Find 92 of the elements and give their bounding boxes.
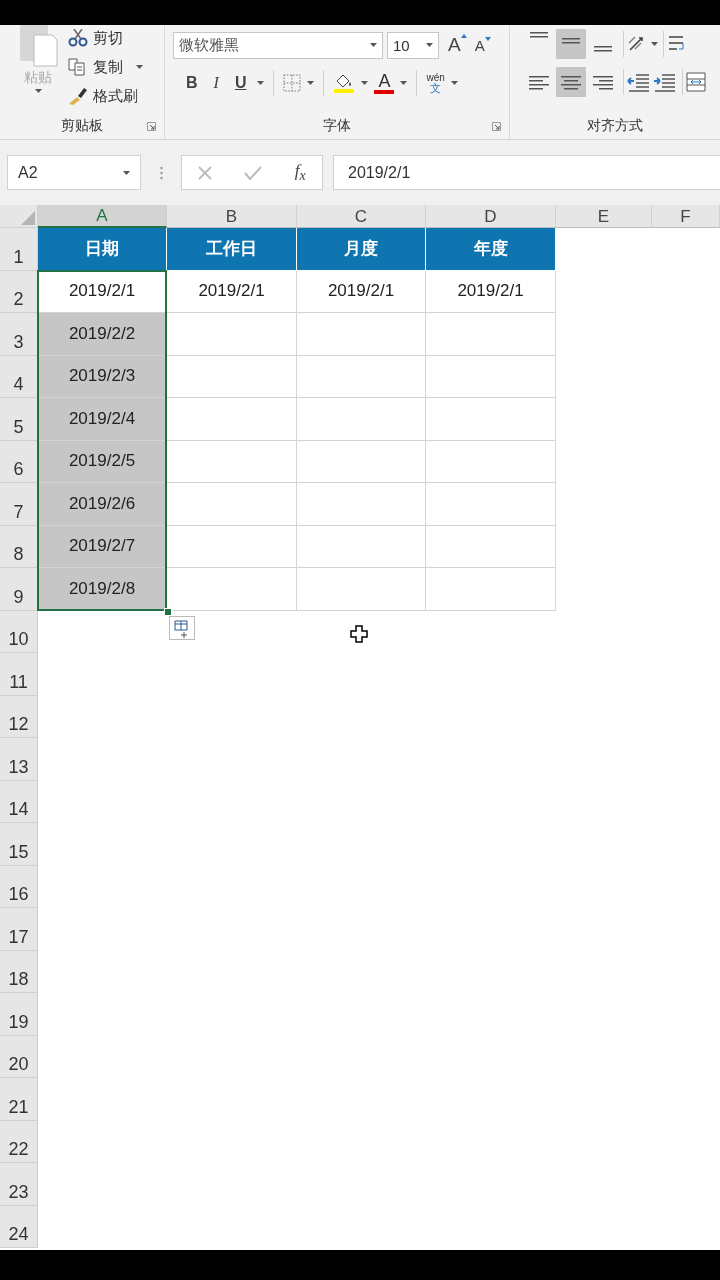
column-title-cell: 年度 xyxy=(426,228,556,271)
column-header[interactable]: D xyxy=(426,205,556,228)
insert-function-button[interactable]: f$_{x}$ xyxy=(294,160,306,185)
column-header[interactable]: B xyxy=(167,205,297,228)
row-header[interactable]: 23 xyxy=(0,1163,38,1206)
row-header[interactable]: 4 xyxy=(0,355,38,398)
row-header[interactable]: 16 xyxy=(0,865,38,908)
italic-button[interactable]: I xyxy=(208,72,224,94)
phonetic-button[interactable]: wén 文 xyxy=(426,73,445,93)
caret-icon xyxy=(651,42,658,46)
group-label: 对齐方式 xyxy=(587,117,643,135)
row-header[interactable]: 21 xyxy=(0,1078,38,1121)
caret-icon xyxy=(361,81,369,85)
row-header[interactable]: 14 xyxy=(0,780,38,823)
row-header[interactable]: 15 xyxy=(0,823,38,866)
row-header[interactable]: 11 xyxy=(0,653,38,696)
decrease-indent-icon[interactable] xyxy=(627,71,651,93)
formula-field[interactable]: 2019/2/1 xyxy=(333,155,720,190)
table-cell: 2019/2/4 xyxy=(38,398,167,441)
row-header[interactable]: 10 xyxy=(0,610,38,653)
column-header[interactable]: F xyxy=(652,205,720,228)
increase-indent-icon[interactable] xyxy=(653,71,677,93)
row-header[interactable]: 5 xyxy=(0,398,38,441)
ribbon-button[interactable]: 复制 xyxy=(68,55,143,79)
table-cell: 2019/2/2 xyxy=(38,313,167,356)
column-title-cell: 月度 xyxy=(297,228,426,271)
row-header[interactable]: 20 xyxy=(0,1035,38,1078)
row-header[interactable]: 9 xyxy=(0,568,38,611)
font-name-field[interactable]: 微软雅黑 xyxy=(173,31,383,59)
caret-icon xyxy=(34,89,42,93)
column-header[interactable]: A xyxy=(38,205,167,228)
caret-icon xyxy=(257,81,265,85)
table-cell: 2019/2/3 xyxy=(38,355,167,398)
table-cell: 2019/2/1 xyxy=(426,270,556,313)
caret-icon xyxy=(400,81,408,85)
row-header[interactable]: 19 xyxy=(0,993,38,1036)
checkmark-icon[interactable] xyxy=(244,165,263,180)
dialog-launcher-icon[interactable] xyxy=(492,122,501,131)
row-header[interactable]: 13 xyxy=(0,738,38,781)
copy-icon xyxy=(68,58,88,76)
decrease-font-button[interactable]: A xyxy=(469,34,490,56)
table-cell: 2019/2/6 xyxy=(38,483,167,526)
row-header[interactable]: 12 xyxy=(0,695,38,738)
row-header[interactable]: 7 xyxy=(0,483,38,526)
paintbrush-icon xyxy=(68,87,88,105)
underline-button[interactable]: U xyxy=(229,72,252,94)
caret-icon xyxy=(370,43,377,47)
column-header[interactable]: C xyxy=(297,205,426,228)
grip-icon[interactable] xyxy=(159,165,163,180)
table-cell: 2019/2/7 xyxy=(38,525,167,568)
increase-font-button[interactable]: A xyxy=(443,32,466,58)
row-header[interactable]: 6 xyxy=(0,440,38,483)
name-box[interactable]: A2 xyxy=(7,155,141,190)
column-title-cell: 日期 xyxy=(38,228,167,271)
row-header[interactable]: 2 xyxy=(0,270,38,313)
align-middle-icon[interactable] xyxy=(556,29,586,59)
caret-icon xyxy=(307,81,315,85)
auto-fill-options-icon[interactable] xyxy=(169,615,195,640)
caret-icon xyxy=(123,170,130,175)
triangle-icon xyxy=(460,34,467,38)
merge-cells-icon[interactable] xyxy=(686,71,706,93)
ribbon-button[interactable]: 格式刷 xyxy=(68,84,143,108)
font-size-field[interactable]: 10 xyxy=(387,31,439,59)
paint-bucket-icon[interactable] xyxy=(333,72,356,94)
table-cell: 2019/2/8 xyxy=(38,568,167,611)
column-header[interactable]: E xyxy=(556,205,652,228)
cursor-icon xyxy=(350,624,368,643)
ribbon-button[interactable]: 剪切 xyxy=(68,26,143,50)
scissors-icon xyxy=(68,29,88,47)
group-label: 字体 xyxy=(323,117,351,135)
caret-icon xyxy=(450,81,458,85)
row-header[interactable]: 3 xyxy=(0,313,38,356)
table-cell: 2019/2/5 xyxy=(38,440,167,483)
align-center-icon[interactable] xyxy=(556,67,586,97)
row-header[interactable]: 22 xyxy=(0,1120,38,1163)
triangle-icon xyxy=(484,36,491,41)
triangle-icon xyxy=(21,211,35,225)
row-header[interactable]: 24 xyxy=(0,1205,38,1248)
table-cell: 2019/2/1 xyxy=(167,270,297,313)
caret-icon xyxy=(426,43,433,47)
dialog-launcher-icon[interactable] xyxy=(147,122,156,131)
row-header[interactable]: 17 xyxy=(0,908,38,951)
table-cell: 2019/2/1 xyxy=(297,270,426,313)
caret-icon xyxy=(136,65,143,69)
row-header[interactable]: 1 xyxy=(0,228,38,271)
row-header[interactable]: 8 xyxy=(0,525,38,568)
font-color-button[interactable]: A xyxy=(374,72,395,94)
group-label: 剪贴板 xyxy=(61,117,103,135)
bold-button[interactable]: B xyxy=(181,72,203,94)
column-title-cell: 工作日 xyxy=(167,228,297,271)
fill-handle[interactable] xyxy=(164,607,172,616)
row-header[interactable]: 18 xyxy=(0,950,38,993)
